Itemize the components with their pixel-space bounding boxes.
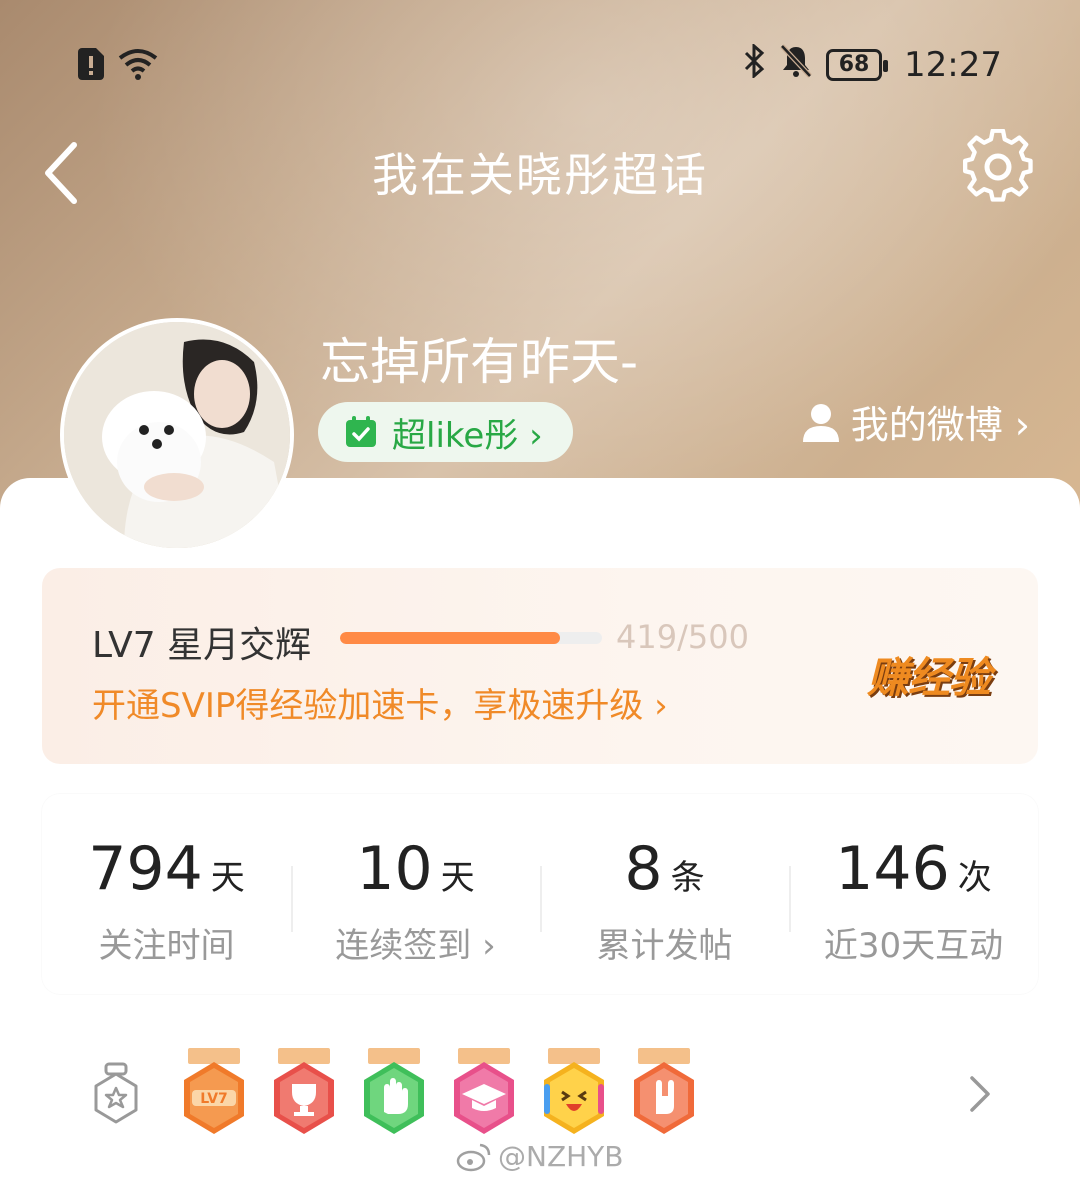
- sim-alert-icon: [78, 48, 104, 84]
- chevron-right-icon: [970, 1076, 990, 1112]
- watermark: @NZHYB: [456, 1140, 624, 1173]
- stat-value: 8: [624, 834, 663, 904]
- stat-value: 146: [835, 834, 950, 904]
- user-icon: [802, 403, 839, 442]
- stat-unit: 天: [440, 858, 475, 898]
- wifi-icon: [118, 48, 158, 84]
- avatar[interactable]: [60, 318, 294, 552]
- calendar-check-icon: [346, 416, 376, 447]
- stat-checkin-days[interactable]: 10 天 连续签到 ›: [291, 834, 540, 967]
- stat-posts: 8条 累计发帖: [540, 834, 789, 967]
- avatar-photo: [64, 322, 290, 548]
- watermark-text: @NZHYB: [498, 1140, 624, 1173]
- page-title: 我在关晓彤超话: [372, 148, 708, 202]
- fan-badge-label: 超like彤 ›: [392, 415, 543, 456]
- stat-value: 10: [356, 834, 433, 904]
- main-card: LV7 星月交辉 419/500 开通SVIP得经验加速卡，享极速升级 › 赚经…: [0, 478, 1080, 1180]
- stats-panel: 794 天 关注时间 10 天 连续签到 › 8条 累计发帖 146 次 近30天互动: [42, 794, 1038, 994]
- medal-outline-icon: [94, 1062, 138, 1124]
- stat-label: 累计发帖: [596, 926, 733, 966]
- earn-exp-button[interactable]: 赚经验: [867, 644, 991, 705]
- lv7-badge-icon: LV7: [184, 1048, 244, 1134]
- stat-label: 近30天互动: [823, 926, 1004, 966]
- trophy-badge-icon: [274, 1048, 334, 1134]
- weibo-logo-icon: [456, 1143, 491, 1171]
- level-progress-bar: [340, 632, 602, 644]
- svg-text:LV7: LV7: [200, 1091, 228, 1107]
- hand-badge-icon: [364, 1048, 424, 1134]
- level-progress-fill: [340, 632, 560, 644]
- settings-button[interactable]: [960, 128, 1036, 205]
- stat-follow-days: 794 天 关注时间: [42, 834, 291, 967]
- stat-unit: 次: [957, 858, 992, 898]
- battery-icon: 68: [826, 49, 889, 81]
- bluetooth-icon: [742, 42, 766, 86]
- stat-unit: 天: [210, 858, 245, 898]
- clock: 12:27: [904, 45, 1002, 85]
- status-bar: 68 12:27: [0, 40, 1080, 90]
- stat-label: 关注时间: [98, 926, 235, 966]
- fan-badge[interactable]: 超like彤 ›: [318, 402, 573, 462]
- nav-bar: 我在关晓彤超话: [0, 125, 1080, 215]
- graduation-badge-icon: [454, 1048, 514, 1134]
- svip-upgrade-link[interactable]: 开通SVIP得经验加速卡，享极速升级 ›: [92, 678, 668, 727]
- username: 忘掉所有昨天-: [320, 333, 639, 391]
- level-progress-text: 419/500: [616, 618, 749, 656]
- gear-icon: [963, 128, 1033, 202]
- mute-icon: [780, 44, 812, 86]
- stat-interactions: 146 次 近30天互动: [789, 834, 1038, 967]
- stat-value: 794: [88, 834, 203, 904]
- emoji-badge-icon: [544, 1048, 604, 1134]
- my-weibo-label: 我的微博 ›: [850, 403, 1030, 447]
- stat-label: 连续签到 ›: [335, 926, 496, 966]
- rock-hand-badge-icon: [634, 1048, 694, 1134]
- stat-unit: 条: [670, 858, 705, 898]
- level-title: LV7 星月交辉: [92, 625, 312, 666]
- my-weibo-link[interactable]: 我的微博 ›: [801, 394, 1030, 449]
- level-panel[interactable]: LV7 星月交辉 419/500 开通SVIP得经验加速卡，享极速升级 › 赚经…: [42, 568, 1038, 764]
